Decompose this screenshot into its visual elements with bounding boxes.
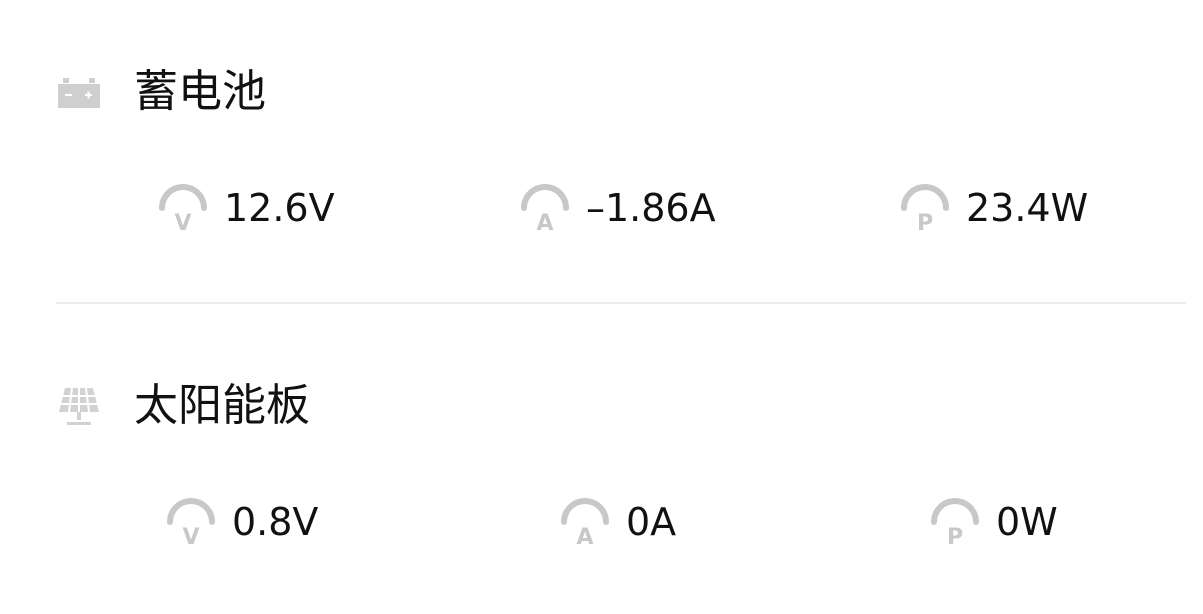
power-gauge-icon: P: [898, 182, 952, 234]
battery-current-metric: A –1.86A: [518, 180, 716, 236]
svg-text:P: P: [917, 211, 933, 234]
current-gauge-icon: A: [558, 496, 612, 548]
current-gauge-icon: A: [518, 182, 572, 234]
battery-icon: [56, 69, 102, 115]
solar-section-header: 太阳能板: [56, 376, 310, 436]
voltage-gauge-icon: V: [164, 496, 218, 548]
battery-voltage-metric: V 12.6V: [156, 180, 335, 236]
solar-voltage-value: 0.8V: [232, 500, 319, 544]
battery-voltage-value: 12.6V: [224, 186, 335, 230]
power-gauge-icon: P: [928, 496, 982, 548]
svg-text:A: A: [576, 525, 593, 548]
solar-power-value: 0W: [996, 500, 1058, 544]
solar-power-metric: P 0W: [928, 494, 1058, 550]
svg-text:V: V: [182, 525, 199, 548]
battery-section-header: 蓄电池: [56, 62, 266, 122]
solar-title: 太阳能板: [134, 380, 310, 431]
section-divider: [56, 302, 1186, 304]
solar-current-value: 0A: [626, 500, 677, 544]
svg-text:V: V: [174, 211, 191, 234]
svg-text:A: A: [536, 211, 553, 234]
battery-power-metric: P 23.4W: [898, 180, 1088, 236]
svg-text:P: P: [947, 525, 963, 548]
voltage-gauge-icon: V: [156, 182, 210, 234]
solar-current-metric: A 0A: [558, 494, 676, 550]
battery-current-value: –1.86A: [586, 186, 716, 230]
battery-power-value: 23.4W: [966, 186, 1089, 230]
battery-title: 蓄电池: [134, 66, 266, 117]
solar-voltage-metric: V 0.8V: [164, 494, 318, 550]
solar-panel-icon: [56, 383, 102, 429]
